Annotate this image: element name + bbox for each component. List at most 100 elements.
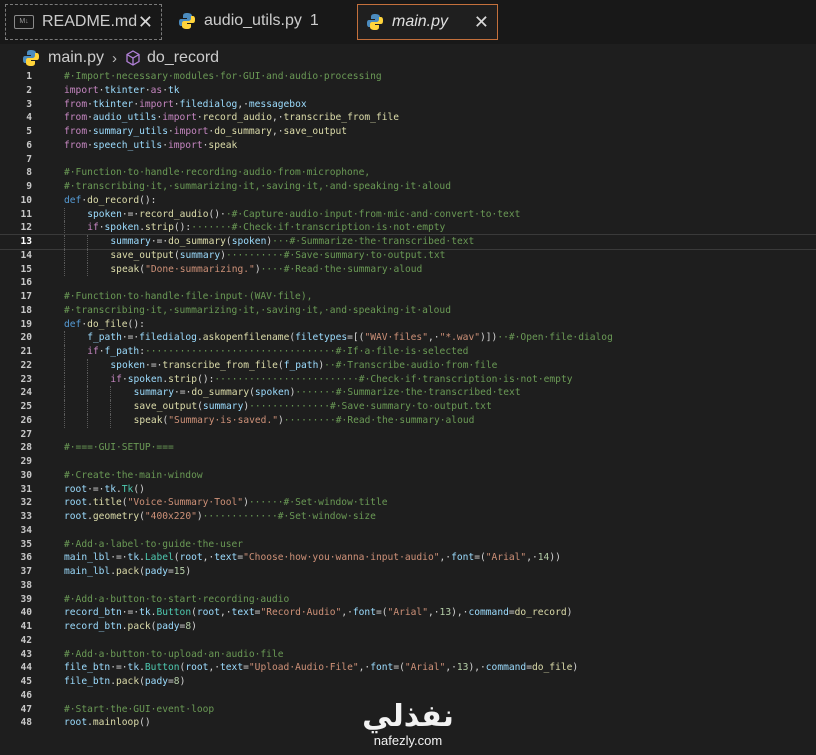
code-text: spoken·=·record_audio()··#·Capture·audio… xyxy=(87,208,520,222)
code-text: main_lbl·=·tk.Label(root,·text="Choose·h… xyxy=(64,551,561,565)
code-line[interactable]: 40 record_btn·=·tk.Button(root,·text="Rec… xyxy=(0,606,816,620)
code-token: pack xyxy=(116,676,140,687)
code-token: import xyxy=(162,112,197,124)
code-line[interactable]: 41 record_btn.pack(pady=8) xyxy=(0,620,816,634)
code-token: (): xyxy=(127,318,145,330)
code-line[interactable]: 5 from·summary_utils·import·do_summary,·s… xyxy=(0,125,816,139)
code-line[interactable]: 25 save_output(summary)··············#·Sa… xyxy=(0,400,816,414)
code-line[interactable]: 19 def·do_file(): xyxy=(0,318,816,332)
code-token: tk xyxy=(127,662,140,674)
code-line[interactable]: 6 from·speech_utils·import·speak xyxy=(0,139,816,153)
breadcrumb-file[interactable]: main.py xyxy=(48,49,104,67)
line-number: 19 xyxy=(20,318,32,330)
code-token: ,· xyxy=(219,607,232,619)
tab-main-active[interactable]: main.py ✕ xyxy=(357,4,498,40)
code-token: as xyxy=(150,84,163,96)
code-text: if·f_path:······························… xyxy=(87,345,468,359)
line-number: 4 xyxy=(26,112,32,124)
watermark-url: nafezly.com xyxy=(373,733,443,748)
code-token: save_output xyxy=(283,126,348,137)
code-token: ,· xyxy=(202,552,215,564)
code-text: if·spoken.strip():·······#·Check·if·tran… xyxy=(87,221,445,235)
code-token: transcribe_from_file xyxy=(162,359,278,371)
code-token: do_file xyxy=(531,662,573,674)
code-line[interactable]: 8 #·Function·to·handle·recording·audio·fr… xyxy=(0,166,816,180)
code-line[interactable]: 38 xyxy=(0,579,816,593)
code-token: #·transcribing·it,·summarizing·it,·savin… xyxy=(64,181,451,192)
line-number: 33 xyxy=(20,511,32,522)
code-line[interactable]: 35 #·Add·a·label·to·guide·the·user xyxy=(0,538,816,552)
breadcrumb-symbol[interactable]: do_record xyxy=(147,49,219,67)
code-token: command xyxy=(468,607,509,619)
code-token: speak xyxy=(110,263,140,275)
code-line[interactable]: 13 summary·=·do_summary(spoken)···#·Summa… xyxy=(0,234,816,250)
code-token: "Summary·is·saved." xyxy=(168,414,279,426)
code-line[interactable]: 14 save_output(summary)··········#·Save·s… xyxy=(0,248,816,263)
code-line[interactable]: 12 if·spoken.strip():·······#·Check·if·tr… xyxy=(0,221,816,235)
code-line[interactable]: 20 f_path·=·filedialog.askopenfilename(fi… xyxy=(0,331,816,345)
code-line[interactable]: 27 xyxy=(0,428,816,442)
code-line[interactable]: 29 xyxy=(0,455,816,469)
code-line[interactable]: 45 file_btn.pack(pady=8) xyxy=(0,675,816,689)
line-number: 14 xyxy=(20,249,32,261)
code-line[interactable]: 23 if·spoken.strip():····················… xyxy=(0,372,816,387)
code-line[interactable]: 36 main_lbl·=·tk.Label(root,·text="Choose… xyxy=(0,551,816,565)
code-line[interactable]: 43 #·Add·a·button·to·upload·an·audio·file xyxy=(0,648,816,662)
code-line[interactable]: 9 #·transcribing·it,·summarizing·it,·savi… xyxy=(0,180,816,194)
code-line[interactable]: 32 root.title("Voice·Summary·Tool")······… xyxy=(0,496,816,510)
code-line[interactable]: 37 main_lbl.pack(pady=15) xyxy=(0,565,816,579)
code-line[interactable]: 42 xyxy=(0,634,816,648)
code-line[interactable]: 7 xyxy=(0,153,816,167)
code-text: if·spoken.strip():······················… xyxy=(110,373,572,387)
code-editor[interactable]: 1 #·Import·necessary·modules·for·GUI·and·… xyxy=(0,70,816,730)
line-number: 40 xyxy=(20,607,32,619)
code-line[interactable]: 15 speak("Done·summarizing.")····#·Read·t… xyxy=(0,262,816,277)
code-line[interactable]: 22 spoken·=·transcribe_from_file(f_path)·… xyxy=(0,358,816,373)
code-line[interactable]: 17 #·Function·to·handle·file·input·(WAV·f… xyxy=(0,290,816,304)
code-line[interactable]: 34 xyxy=(0,524,816,538)
code-token: filedialog xyxy=(179,98,238,110)
code-line[interactable]: 1 #·Import·necessary·modules·for·GUI·and·… xyxy=(0,70,816,84)
line-number: 25 xyxy=(20,401,32,412)
code-token: ,· xyxy=(341,607,353,619)
line-number: 46 xyxy=(20,689,32,701)
code-line[interactable]: 18 #·transcribing·it,·summarizing·it,·sav… xyxy=(0,304,816,318)
code-line[interactable]: 24 summary·=·do_summary(spoken)·······#·S… xyxy=(0,386,816,400)
code-line[interactable]: 16 xyxy=(0,276,816,290)
code-token: ·························#·Check·if·tran… xyxy=(214,373,573,385)
code-token: from xyxy=(64,126,88,137)
code-line[interactable]: 10 def·do_record(): xyxy=(0,194,816,208)
line-number: 44 xyxy=(20,662,32,674)
code-token: filetypes xyxy=(295,332,348,344)
code-line[interactable]: 39 #·Add·a·button·to·start·recording·audi… xyxy=(0,593,816,607)
close-icon[interactable]: ✕ xyxy=(474,12,489,33)
code-line[interactable]: 26 speak("Summary·is·saved.")·········#·R… xyxy=(0,413,816,428)
line-number: 43 xyxy=(20,648,32,660)
code-token: file_btn xyxy=(64,676,111,687)
code-line[interactable]: 28 #·===·GUI·SETUP·=== xyxy=(0,441,816,455)
code-token: tk xyxy=(104,483,116,495)
code-line[interactable]: 2 import·tkinter·as·tk xyxy=(0,84,816,98)
code-token: #·Function·to·handle·file·input·(WAV·fil… xyxy=(64,291,313,302)
code-line[interactable]: 33 root.geometry("400x220")·············#… xyxy=(0,510,816,524)
code-token: geometry xyxy=(92,511,140,522)
code-token: "Done·summarizing." xyxy=(145,263,255,275)
code-token: main_lbl xyxy=(64,566,111,577)
tab-readme[interactable]: M↓ README.md ✕ xyxy=(5,4,162,40)
code-line[interactable]: 11 spoken·=·record_audio()··#·Capture·aud… xyxy=(0,207,816,222)
code-token: ,· xyxy=(427,607,440,619)
code-line[interactable]: 30 #·Create·the·main·window xyxy=(0,469,816,483)
code-line[interactable]: 31 root·=·tk.Tk() xyxy=(0,483,816,497)
indent-guide xyxy=(87,248,89,263)
code-line[interactable]: 21 if·f_path:····························… xyxy=(0,345,816,359)
tab-audio-utils[interactable]: audio_utils.py 1 xyxy=(170,0,350,42)
code-line[interactable]: 4 from·audio_utils·import·record_audio,·t… xyxy=(0,111,816,125)
close-icon[interactable]: ✕ xyxy=(138,12,153,33)
code-text: save_output(summary)··············#·Save… xyxy=(134,400,492,414)
code-line[interactable]: 44 file_btn·=·tk.Button(root,·text="Uploa… xyxy=(0,661,816,675)
code-token: strip xyxy=(168,373,198,385)
code-token: #·Add·a·button·to·start·recording·audio xyxy=(64,593,290,605)
code-text: root.mainloop() xyxy=(64,716,151,730)
code-line[interactable]: 3 from·tkinter·import·filedialog,·message… xyxy=(0,98,816,112)
code-token: 14 xyxy=(537,552,550,564)
